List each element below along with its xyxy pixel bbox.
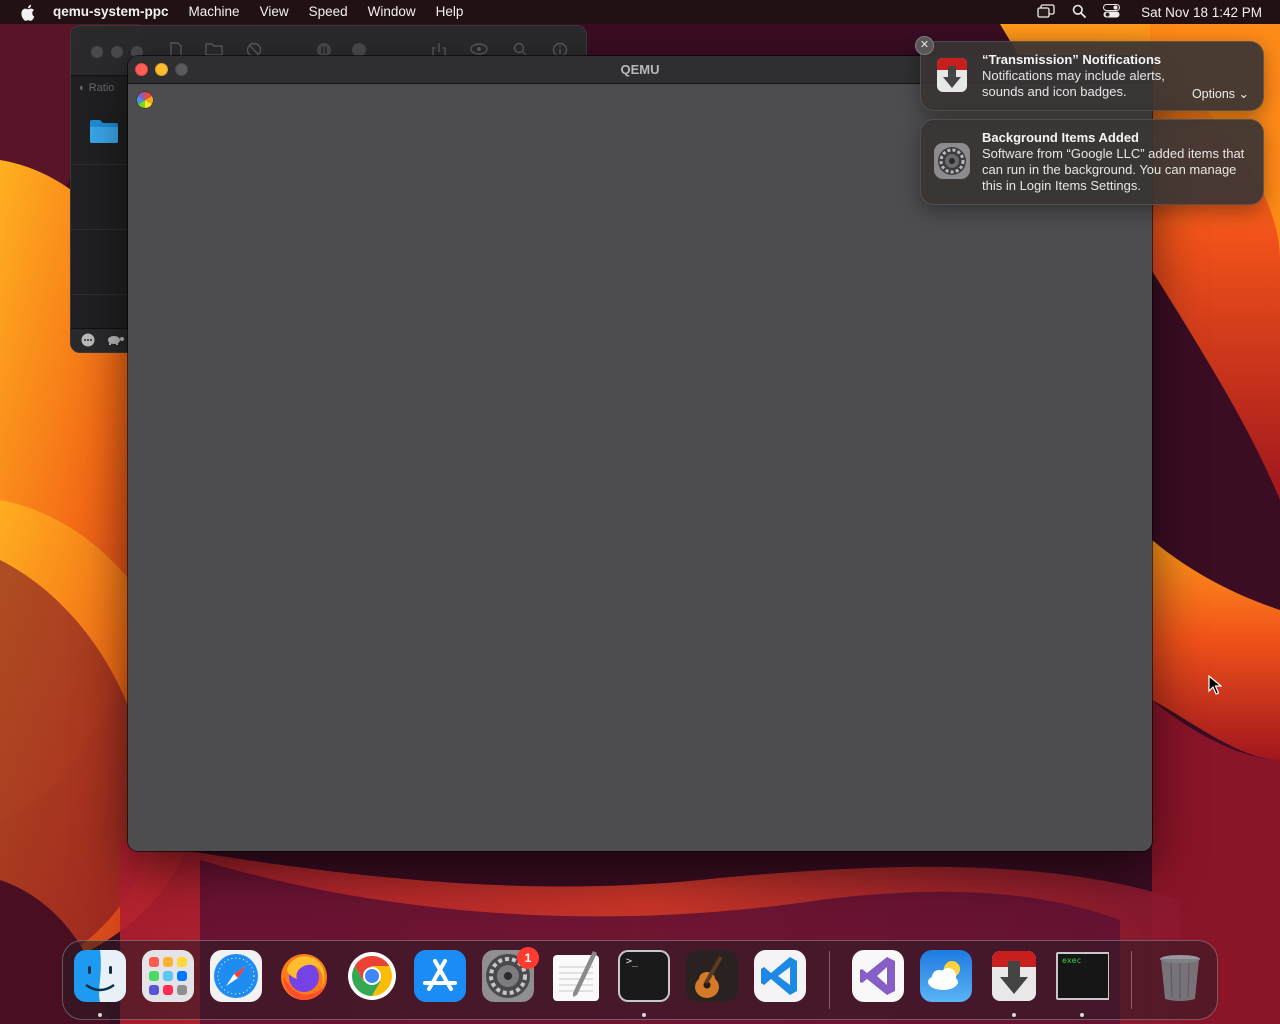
- notification-background-items[interactable]: Background Items Added Software from “Go…: [920, 119, 1264, 205]
- dock: 1 >_ exec: [62, 940, 1218, 1020]
- menubar-clock[interactable]: Sat Nov 18 1:42 PM: [1141, 5, 1262, 20]
- menu-window[interactable]: Window: [358, 0, 426, 24]
- dock-terminal-icon[interactable]: >_: [617, 949, 671, 1003]
- sidebar-ratio-label: ◐ Ratio: [79, 82, 115, 94]
- dock-trash-icon[interactable]: [1153, 949, 1207, 1003]
- menu-speed[interactable]: Speed: [299, 0, 358, 24]
- window-title: QEMU: [620, 62, 660, 77]
- terminal-prompt: >_: [626, 956, 639, 967]
- dock-weather-icon[interactable]: [919, 949, 973, 1003]
- spotlight-search-icon[interactable]: [1072, 4, 1087, 21]
- dock-safari-icon[interactable]: [209, 949, 263, 1003]
- menu-view[interactable]: View: [250, 0, 299, 24]
- notification-transmission[interactable]: “Transmission” Notifications Notificatio…: [920, 41, 1264, 111]
- system-settings-icon: [933, 142, 971, 180]
- zoom-button[interactable]: [175, 63, 188, 76]
- chevron-down-icon: ⌄: [1238, 87, 1249, 101]
- notification-options-button[interactable]: Options ⌄: [1192, 86, 1249, 101]
- bg-close-button[interactable]: [91, 46, 103, 58]
- notification-dismiss-button[interactable]: ✕: [915, 36, 934, 55]
- notification-title: Background Items Added: [982, 130, 1139, 145]
- dock-garageband-icon[interactable]: [685, 949, 739, 1003]
- dock-app-store-icon[interactable]: [413, 949, 467, 1003]
- notification-body: Notifications may include alerts, sounds…: [982, 68, 1165, 99]
- ratio-icon: ◐: [79, 82, 86, 94]
- menu-machine[interactable]: Machine: [179, 0, 250, 24]
- notification-title: “Transmission” Notifications: [982, 52, 1162, 67]
- screen-mirroring-icon[interactable]: [1037, 3, 1055, 21]
- notification-badge: 1: [517, 947, 539, 969]
- exec-label: exec: [1062, 956, 1082, 965]
- minimize-button[interactable]: [155, 63, 168, 76]
- dock-finder-icon[interactable]: [73, 949, 127, 1003]
- apple-menu-icon[interactable]: [17, 2, 37, 22]
- dock-exec-icon[interactable]: exec: [1055, 949, 1110, 1003]
- notification-body: Software from “Google LLC” added items t…: [982, 146, 1245, 193]
- menu-help[interactable]: Help: [426, 0, 474, 24]
- dock-vscode-icon[interactable]: [753, 949, 807, 1003]
- dock-transmission-icon[interactable]: [987, 949, 1041, 1003]
- dock-textedit-icon[interactable]: [549, 949, 603, 1003]
- dock-chrome-icon[interactable]: [345, 949, 399, 1003]
- control-center-icon[interactable]: [1103, 3, 1121, 21]
- mouse-pointer-icon: [1208, 674, 1223, 695]
- menu-app-name[interactable]: qemu-system-ppc: [53, 0, 179, 24]
- spinning-wait-cursor-icon: [136, 91, 154, 109]
- background-window-sidebar: [71, 77, 129, 337]
- more-options-icon[interactable]: [81, 333, 95, 350]
- dock-firefox-icon[interactable]: [277, 949, 331, 1003]
- dock-visual-studio-icon[interactable]: [851, 949, 905, 1003]
- menu-bar: qemu-system-ppc Machine View Speed Windo…: [0, 0, 1280, 24]
- transmission-icon: [933, 56, 971, 94]
- bg-minimize-button[interactable]: [111, 46, 123, 58]
- close-button[interactable]: [135, 63, 148, 76]
- folder-icon[interactable]: [89, 118, 119, 144]
- turtle-speed-icon[interactable]: [105, 333, 125, 348]
- dock-launchpad-icon[interactable]: [141, 949, 195, 1003]
